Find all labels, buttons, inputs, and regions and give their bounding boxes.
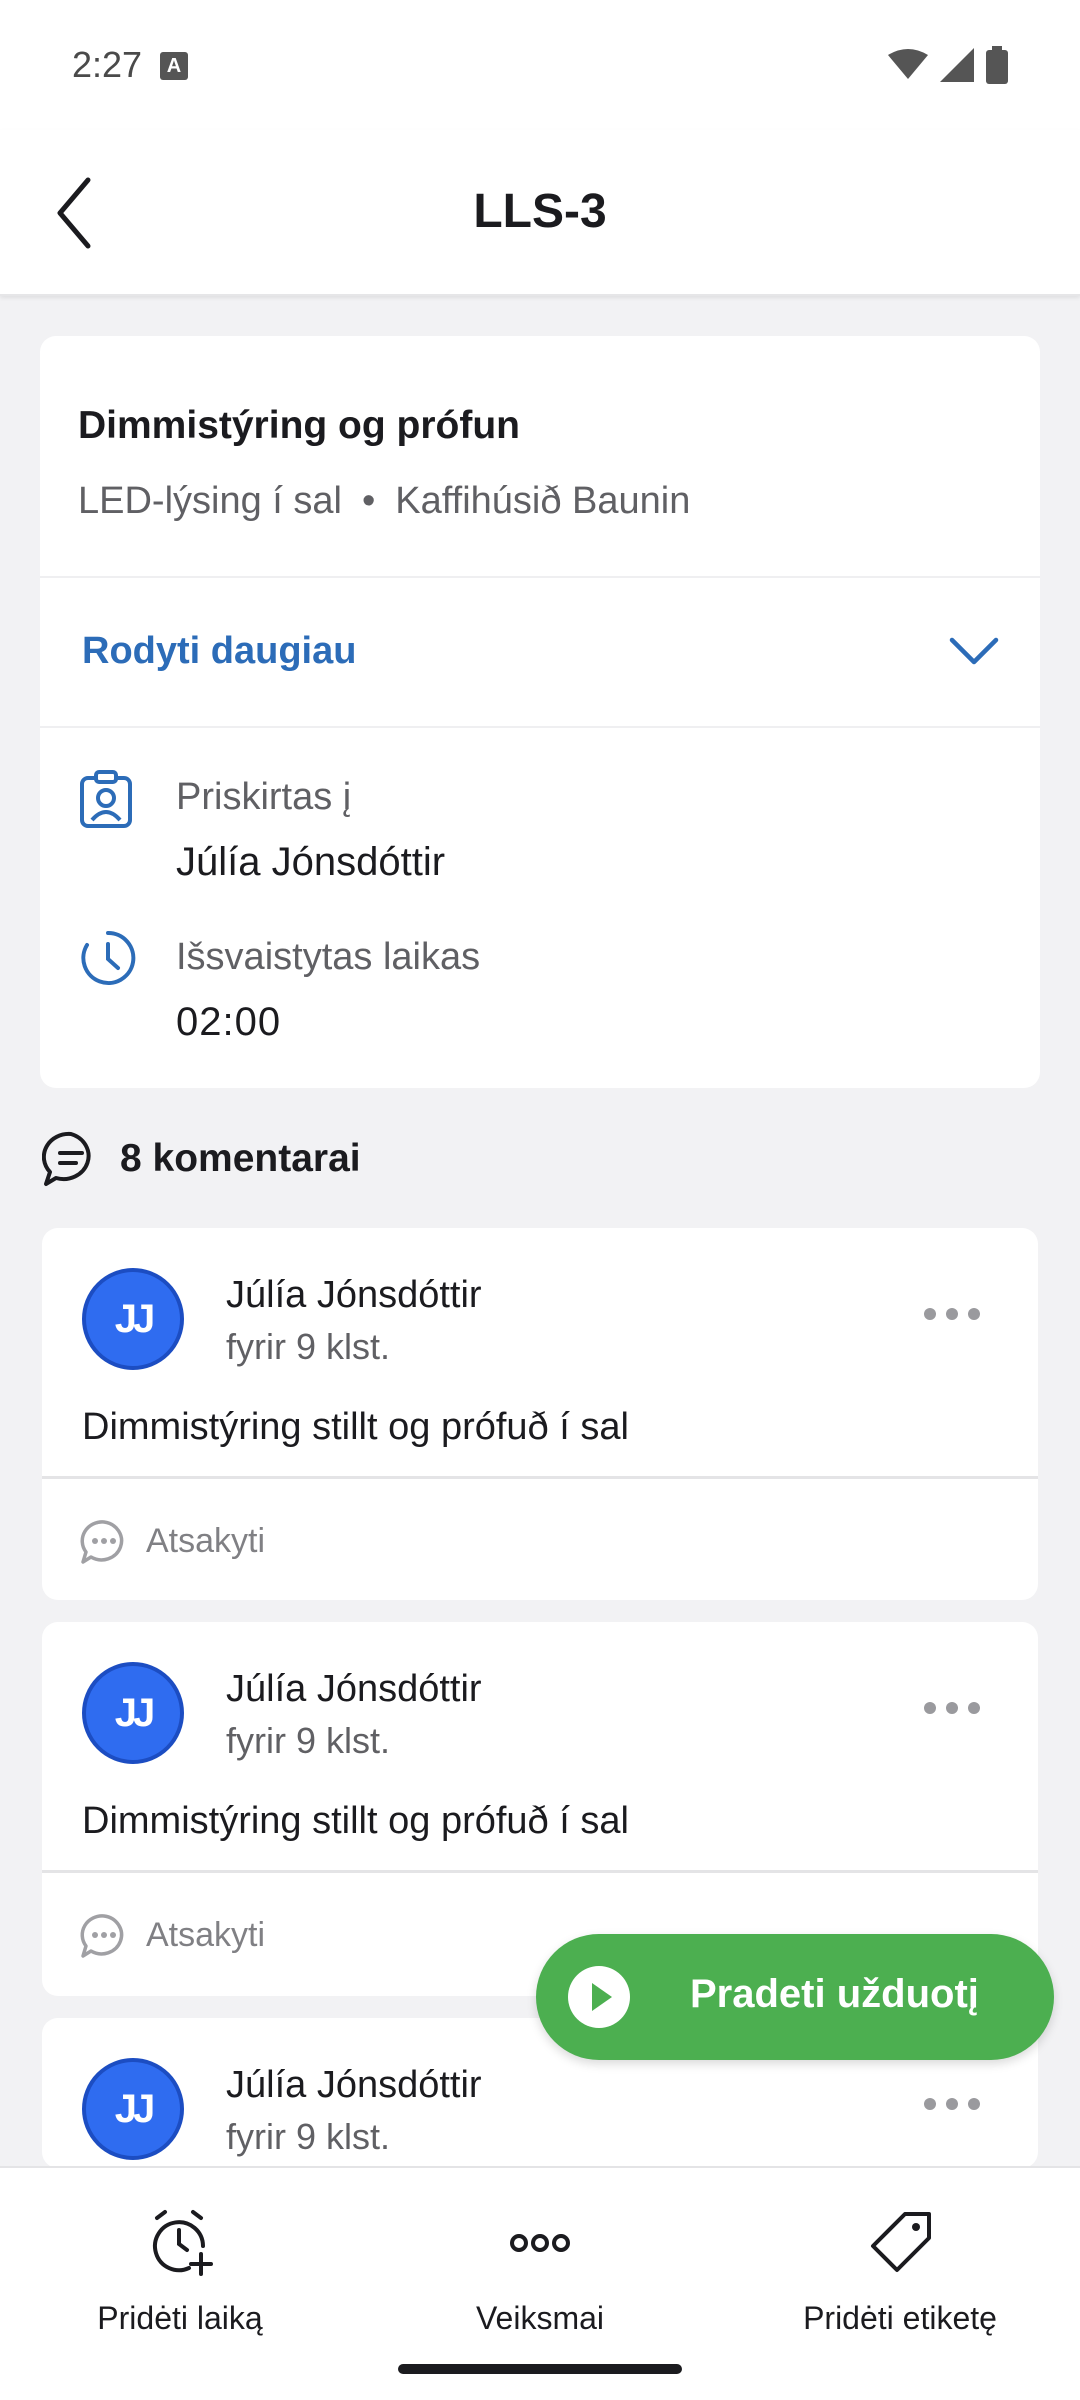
tag-icon bbox=[871, 2212, 931, 2272]
play-icon bbox=[568, 1966, 630, 2028]
start-task-label: Pradeti užduotį bbox=[690, 1972, 979, 2016]
status-bar: 2:27 A bbox=[0, 0, 1080, 130]
reply-button[interactable]: Atsakyti bbox=[146, 1522, 265, 1561]
task-location: Kaffihúsið Baunin bbox=[395, 480, 691, 522]
more-options-icon[interactable] bbox=[922, 2094, 982, 2114]
comment-timestamp: fyrir 9 klst. bbox=[226, 2116, 391, 2157]
more-options-icon[interactable] bbox=[922, 1304, 982, 1324]
add-time-button[interactable]: Pridėti laiką bbox=[0, 2208, 360, 2337]
chevron-down-icon[interactable] bbox=[944, 626, 1004, 676]
task-category: LED-lýsing í sal bbox=[78, 480, 342, 522]
app-header: LLS-3 bbox=[0, 130, 1080, 296]
avatar[interactable]: JJ bbox=[82, 2058, 184, 2160]
battery-icon bbox=[986, 46, 1008, 84]
add-tag-button[interactable]: Pridėti etiketę bbox=[720, 2208, 1080, 2337]
comment-bubble-icon bbox=[42, 1131, 91, 1186]
assigned-to-value: Júlía Jónsdóttir bbox=[176, 840, 446, 884]
reply-chat-icon[interactable] bbox=[80, 1518, 128, 1566]
comment-author: Júlía Jónsdóttir bbox=[226, 1274, 482, 1316]
reply-chat-icon[interactable] bbox=[80, 1912, 128, 1960]
divider bbox=[40, 726, 1040, 728]
clock-icon bbox=[81, 930, 136, 985]
status-time: 2:27 bbox=[72, 44, 143, 85]
divider bbox=[42, 1476, 1038, 1479]
actions-label: Veiksmai bbox=[475, 2300, 605, 2336]
task-card: Dimmistýring og prófun LED-lýsing í sal •… bbox=[40, 336, 1040, 1088]
divider bbox=[40, 576, 1040, 578]
assignee-badge-icon bbox=[80, 770, 132, 828]
start-task-button[interactable]: Pradeti užduotį bbox=[536, 1934, 1054, 2060]
comment-timestamp: fyrir 9 klst. bbox=[226, 1720, 391, 1761]
comment-author: Júlía Jónsdóttir bbox=[226, 2064, 482, 2106]
time-spent-label: Išsvaistytas laikas bbox=[176, 936, 481, 978]
wifi-icon bbox=[888, 49, 928, 79]
comment-timestamp: fyrir 9 klst. bbox=[226, 1326, 391, 1367]
status-icons bbox=[888, 46, 1008, 84]
divider bbox=[42, 1870, 1038, 1873]
comment-text: Dimmistýring stillt og prófuð í sal bbox=[82, 1800, 629, 1842]
notification-icon: A bbox=[160, 52, 188, 80]
comments-count: 8 komentarai bbox=[120, 1137, 361, 1180]
avatar[interactable]: JJ bbox=[82, 1662, 184, 1764]
more-options-icon[interactable] bbox=[922, 1698, 982, 1718]
assigned-to-label: Priskirtas į bbox=[176, 776, 352, 818]
home-indicator[interactable] bbox=[398, 2364, 682, 2374]
page-title: LLS-3 bbox=[473, 185, 607, 238]
comments-header: 8 komentarai bbox=[42, 1128, 361, 1190]
task-title: Dimmistýring og prófun bbox=[78, 404, 520, 447]
more-horizontal-icon bbox=[510, 2234, 570, 2252]
comment-card: JJ Júlía Jónsdóttir fyrir 9 klst. Dimmis… bbox=[42, 1228, 1038, 1600]
comment-text: Dimmistýring stillt og prófuð í sal bbox=[82, 1406, 629, 1448]
task-subtitle: LED-lýsing í sal • Kaffihúsið Baunin bbox=[78, 480, 690, 523]
signal-icon bbox=[940, 48, 974, 82]
add-tag-label: Pridėti etiketę bbox=[803, 2300, 997, 2336]
comment-author: Júlía Jónsdóttir bbox=[226, 1668, 482, 1710]
add-time-icon bbox=[153, 2210, 213, 2276]
show-more-button[interactable]: Rodyti daugiau bbox=[82, 630, 356, 673]
separator-dot: • bbox=[361, 480, 376, 522]
add-time-label: Pridėti laiką bbox=[97, 2300, 263, 2336]
time-spent-value: 02:00 bbox=[176, 1000, 282, 1044]
reply-button[interactable]: Atsakyti bbox=[146, 1916, 265, 1955]
actions-button[interactable]: Veiksmai bbox=[360, 2208, 720, 2337]
avatar[interactable]: JJ bbox=[82, 1268, 184, 1370]
